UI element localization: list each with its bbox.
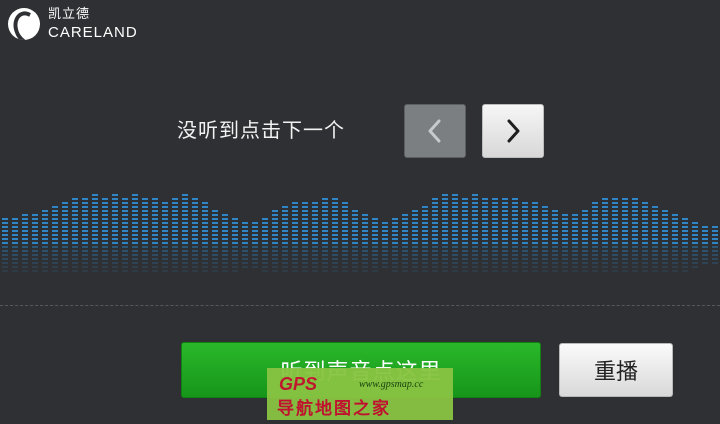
equalizer-bar [212, 210, 218, 272]
equalizer-bar [582, 210, 588, 272]
equalizer-bar [152, 198, 158, 272]
equalizer-bar [132, 194, 138, 272]
equalizer-bar [22, 214, 28, 272]
equalizer-bar [82, 198, 88, 272]
equalizer-bar [602, 198, 608, 272]
chevron-right-icon [507, 119, 520, 143]
equalizer-bar [102, 198, 108, 272]
equalizer-bar [362, 214, 368, 272]
equalizer-bar [632, 198, 638, 272]
equalizer-bar [292, 202, 298, 272]
careland-logo-icon [8, 8, 40, 40]
next-button[interactable] [482, 104, 544, 158]
equalizer-bar [222, 214, 228, 272]
chevron-left-icon [428, 119, 441, 143]
careland-logo: 凯立德 CARELAND [8, 6, 138, 42]
equalizer-bar [342, 202, 348, 272]
equalizer-bar [552, 210, 558, 272]
previous-button[interactable] [404, 104, 466, 158]
equalizer-bar [252, 222, 258, 268]
equalizer-bar [62, 202, 68, 272]
equalizer-bar [522, 202, 528, 272]
equalizer-bar [412, 210, 418, 272]
audio-equalizer [2, 194, 718, 272]
equalizer-bar [162, 202, 168, 272]
equalizer-bar [52, 206, 58, 272]
equalizer-bar [512, 198, 518, 272]
equalizer-bar [302, 202, 308, 272]
equalizer-bar [642, 202, 648, 272]
equalizer-bar [192, 198, 198, 272]
equalizer-bar [382, 222, 388, 268]
equalizer-bar [652, 206, 658, 272]
equalizer-bar [182, 194, 188, 272]
replay-button[interactable]: 重播 [559, 343, 673, 397]
equalizer-bar [282, 206, 288, 272]
equalizer-bar [432, 198, 438, 272]
watermark-url: www.gpsmap.cc [359, 379, 424, 390]
equalizer-bar [662, 210, 668, 272]
equalizer-bar [312, 202, 318, 272]
equalizer-bar [622, 198, 628, 272]
equalizer-bar [532, 202, 538, 272]
equalizer-bar [172, 198, 178, 272]
equalizer-bar [142, 198, 148, 272]
equalizer-bar [392, 218, 398, 272]
equalizer-bar [32, 214, 38, 272]
equalizer-bar [12, 218, 18, 272]
watermark: GPS www.gpsmap.cc 导航地图之家 [267, 368, 453, 420]
equalizer-bar [682, 218, 688, 272]
equalizer-bar [402, 214, 408, 272]
equalizer-bar [592, 202, 598, 272]
equalizer-bar [612, 198, 618, 272]
equalizer-bar [202, 202, 208, 272]
equalizer-bar [712, 226, 718, 264]
equalizer-bar [672, 214, 678, 272]
equalizer-bar [462, 198, 468, 272]
equalizer-bar [352, 210, 358, 272]
equalizer-bar [422, 206, 428, 272]
equalizer-bar [562, 214, 568, 272]
equalizer-bar [372, 218, 378, 272]
equalizer-bar [112, 194, 118, 272]
equalizer-bar [572, 214, 578, 272]
equalizer-bar [92, 194, 98, 272]
equalizer-bar [72, 198, 78, 272]
logo-english-name: CARELAND [48, 24, 138, 41]
logo-chinese-name: 凯立德 [48, 7, 91, 22]
equalizer-bar [702, 226, 708, 264]
divider [0, 305, 720, 306]
equalizer-bar [122, 198, 128, 272]
equalizer-bar [272, 210, 278, 272]
equalizer-bar [502, 198, 508, 272]
equalizer-bar [492, 198, 498, 272]
logo-text: 凯立德 CARELAND [48, 8, 138, 40]
watermark-title: 导航地图之家 [277, 399, 391, 419]
equalizer-bar [242, 222, 248, 268]
equalizer-bar [2, 218, 8, 272]
equalizer-bar [332, 198, 338, 272]
equalizer-bar [42, 210, 48, 272]
equalizer-bar [542, 206, 548, 272]
equalizer-bar [442, 194, 448, 272]
watermark-gps: GPS [279, 374, 318, 394]
equalizer-bar [232, 218, 238, 272]
equalizer-bar [472, 194, 478, 272]
equalizer-bar [452, 194, 458, 272]
equalizer-bar [322, 198, 328, 272]
equalizer-bar [482, 198, 488, 272]
prompt-text: 没听到点击下一个 [177, 118, 345, 142]
equalizer-bar [692, 222, 698, 268]
equalizer-bar [262, 218, 268, 272]
